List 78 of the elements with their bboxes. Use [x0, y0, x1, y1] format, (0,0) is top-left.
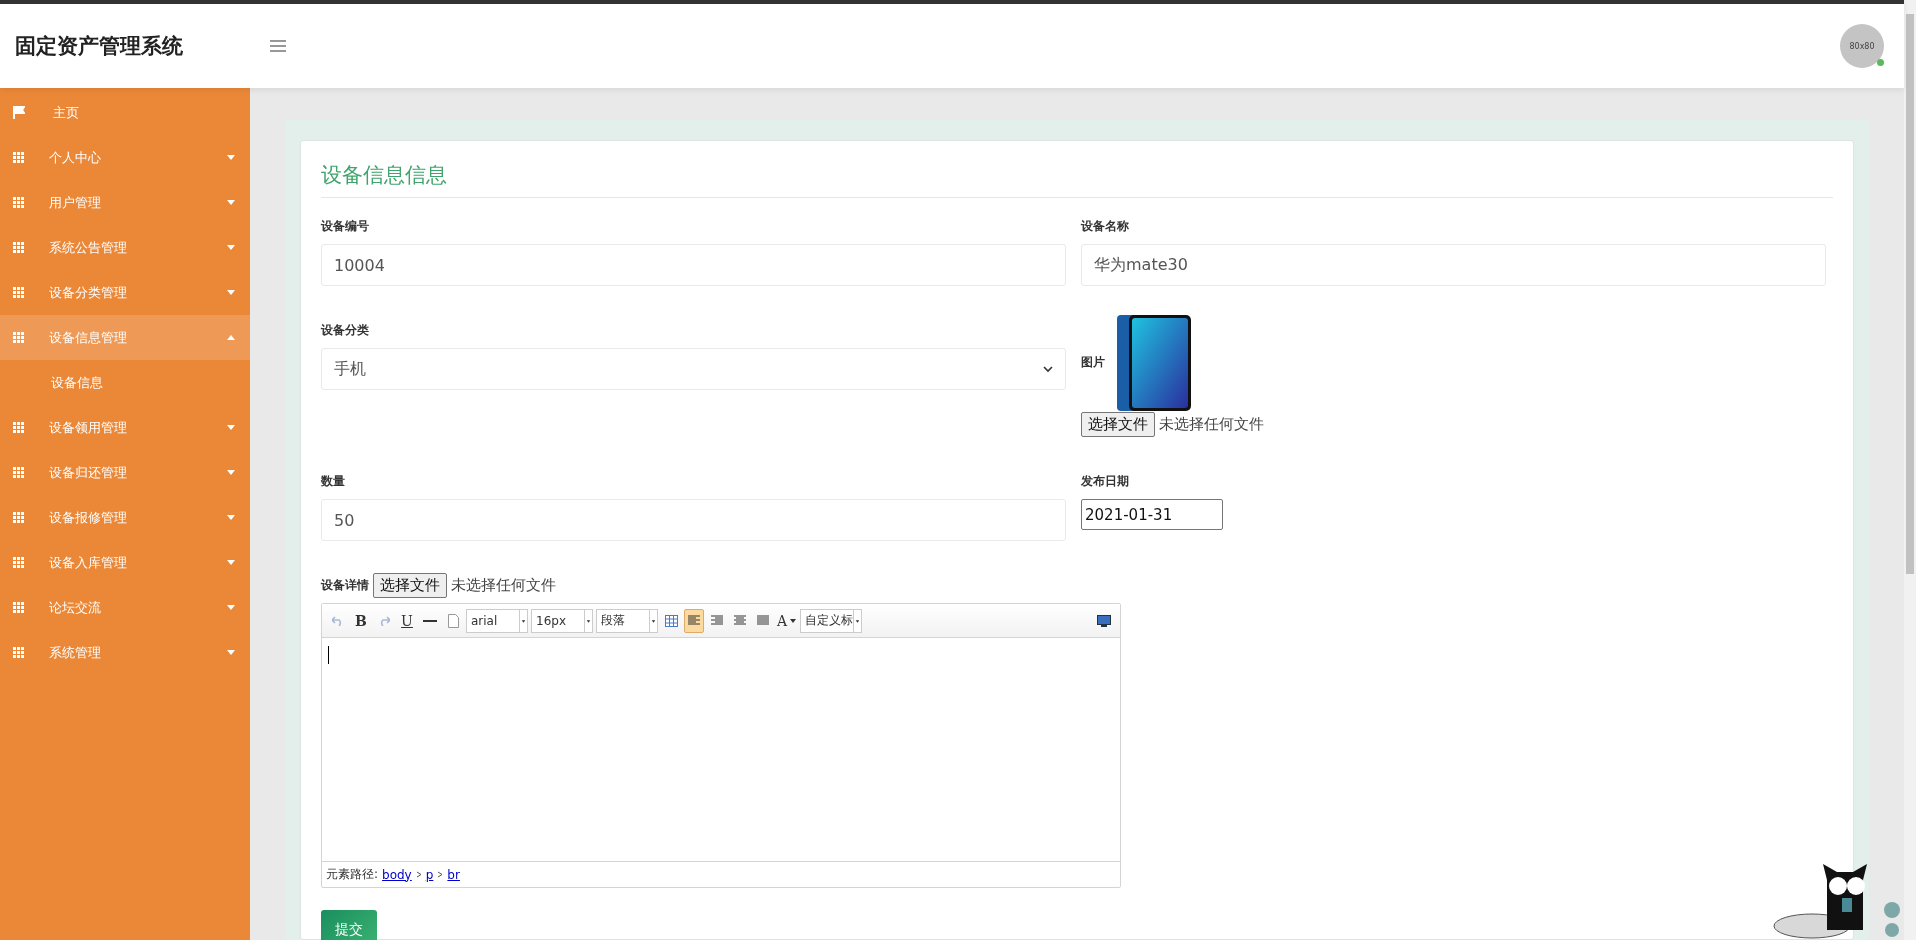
choose-file-button[interactable]: 选择文件: [373, 573, 447, 598]
caret-icon: [790, 618, 797, 623]
date-field[interactable]: 2021-01-31: [1081, 499, 1223, 530]
sidebar-label: 个人中心: [49, 148, 101, 167]
caret-icon: [227, 425, 235, 430]
caret-icon: [649, 608, 657, 633]
path-label: 元素路径:: [326, 866, 379, 883]
sidebar-label: 用户管理: [49, 193, 101, 212]
caret-icon: [227, 470, 235, 475]
sidebar-label: 主页: [53, 103, 79, 122]
caret-icon: [227, 155, 235, 160]
field-label: 设备分类: [321, 322, 370, 339]
sidebar-label: 系统管理: [49, 643, 101, 662]
toolbar-select[interactable]: 段落: [596, 608, 658, 633]
font-color-button[interactable]: A: [776, 608, 798, 633]
flag-icon: [13, 106, 25, 119]
caret-icon: [519, 608, 527, 633]
caret-icon: [227, 560, 235, 565]
grid-icon: [13, 602, 25, 613]
sidebar-label: 设备领用管理: [49, 418, 127, 437]
form-title: 设备信息信息: [321, 153, 1833, 198]
caret-icon: [227, 245, 235, 250]
grid-icon: [13, 647, 25, 658]
caret-icon: [227, 290, 235, 295]
caret-icon: [853, 608, 862, 633]
caret-icon: [227, 650, 235, 655]
grid-icon: [13, 422, 25, 433]
path-link[interactable]: br: [447, 867, 460, 882]
field-label: 数量: [321, 473, 346, 490]
sidebar-label: 设备分类管理: [49, 283, 127, 302]
file-status: 未选择任何文件: [1159, 415, 1264, 434]
toolbar-select[interactable]: arial: [466, 608, 528, 633]
avatar[interactable]: 80x80: [1840, 24, 1884, 68]
field-label: 图片: [1081, 354, 1105, 371]
sidebar-label: 系统公告管理: [49, 238, 127, 257]
caret-icon: [584, 608, 592, 633]
avatar-text: 80x80: [1849, 41, 1875, 51]
grid-icon: [13, 512, 25, 523]
app-title: 固定资产管理系统: [14, 33, 184, 60]
input-field[interactable]: 10004: [321, 244, 1066, 286]
grid-icon: [13, 467, 25, 478]
field-label: 设备详情: [321, 577, 369, 594]
choose-file-button[interactable]: 选择文件: [1081, 412, 1155, 437]
sidebar-label: 设备归还管理: [49, 463, 127, 482]
path-link[interactable]: p: [425, 867, 434, 882]
field-label: 设备编号: [321, 218, 370, 235]
caret-icon: [227, 200, 235, 205]
separator-icon: [415, 871, 422, 878]
align-icon[interactable]: [684, 608, 704, 633]
caret-icon: [227, 605, 235, 610]
toolbar-select[interactable]: 自定义标: [800, 608, 863, 633]
sidebar-label: 设备报修管理: [49, 508, 127, 527]
grid-icon: [13, 557, 25, 568]
scrollbar[interactable]: [1904, 0, 1916, 940]
grid-icon: [13, 152, 25, 163]
text-cursor: [328, 646, 329, 664]
toolbar-select[interactable]: 16px: [531, 608, 593, 633]
caret-icon: [227, 515, 235, 520]
grid-icon: [13, 332, 25, 343]
path-link[interactable]: body: [382, 867, 412, 882]
input-field[interactable]: 华为mate30: [1081, 244, 1826, 286]
grid-icon: [13, 242, 25, 253]
sidebar-label: 设备信息管理: [49, 328, 127, 347]
field-label: 发布日期: [1081, 473, 1130, 490]
menu-icon[interactable]: [268, 38, 288, 54]
underline-button[interactable]: U: [397, 608, 417, 633]
sidebar-label: 论坛交流: [49, 598, 101, 617]
file-status: 未选择任何文件: [451, 576, 556, 595]
field-label: 设备名称: [1081, 218, 1130, 235]
select-field[interactable]: 手机: [321, 348, 1066, 390]
caret-icon: [227, 335, 235, 340]
grid-icon: [13, 197, 25, 208]
bold-button[interactable]: B: [351, 608, 371, 633]
chevron-icon: [1043, 365, 1053, 373]
separator-icon: [437, 871, 444, 878]
input-field[interactable]: 50: [321, 499, 1066, 541]
sidebar-label: 设备入库管理: [49, 553, 127, 572]
grid-icon: [13, 287, 25, 298]
